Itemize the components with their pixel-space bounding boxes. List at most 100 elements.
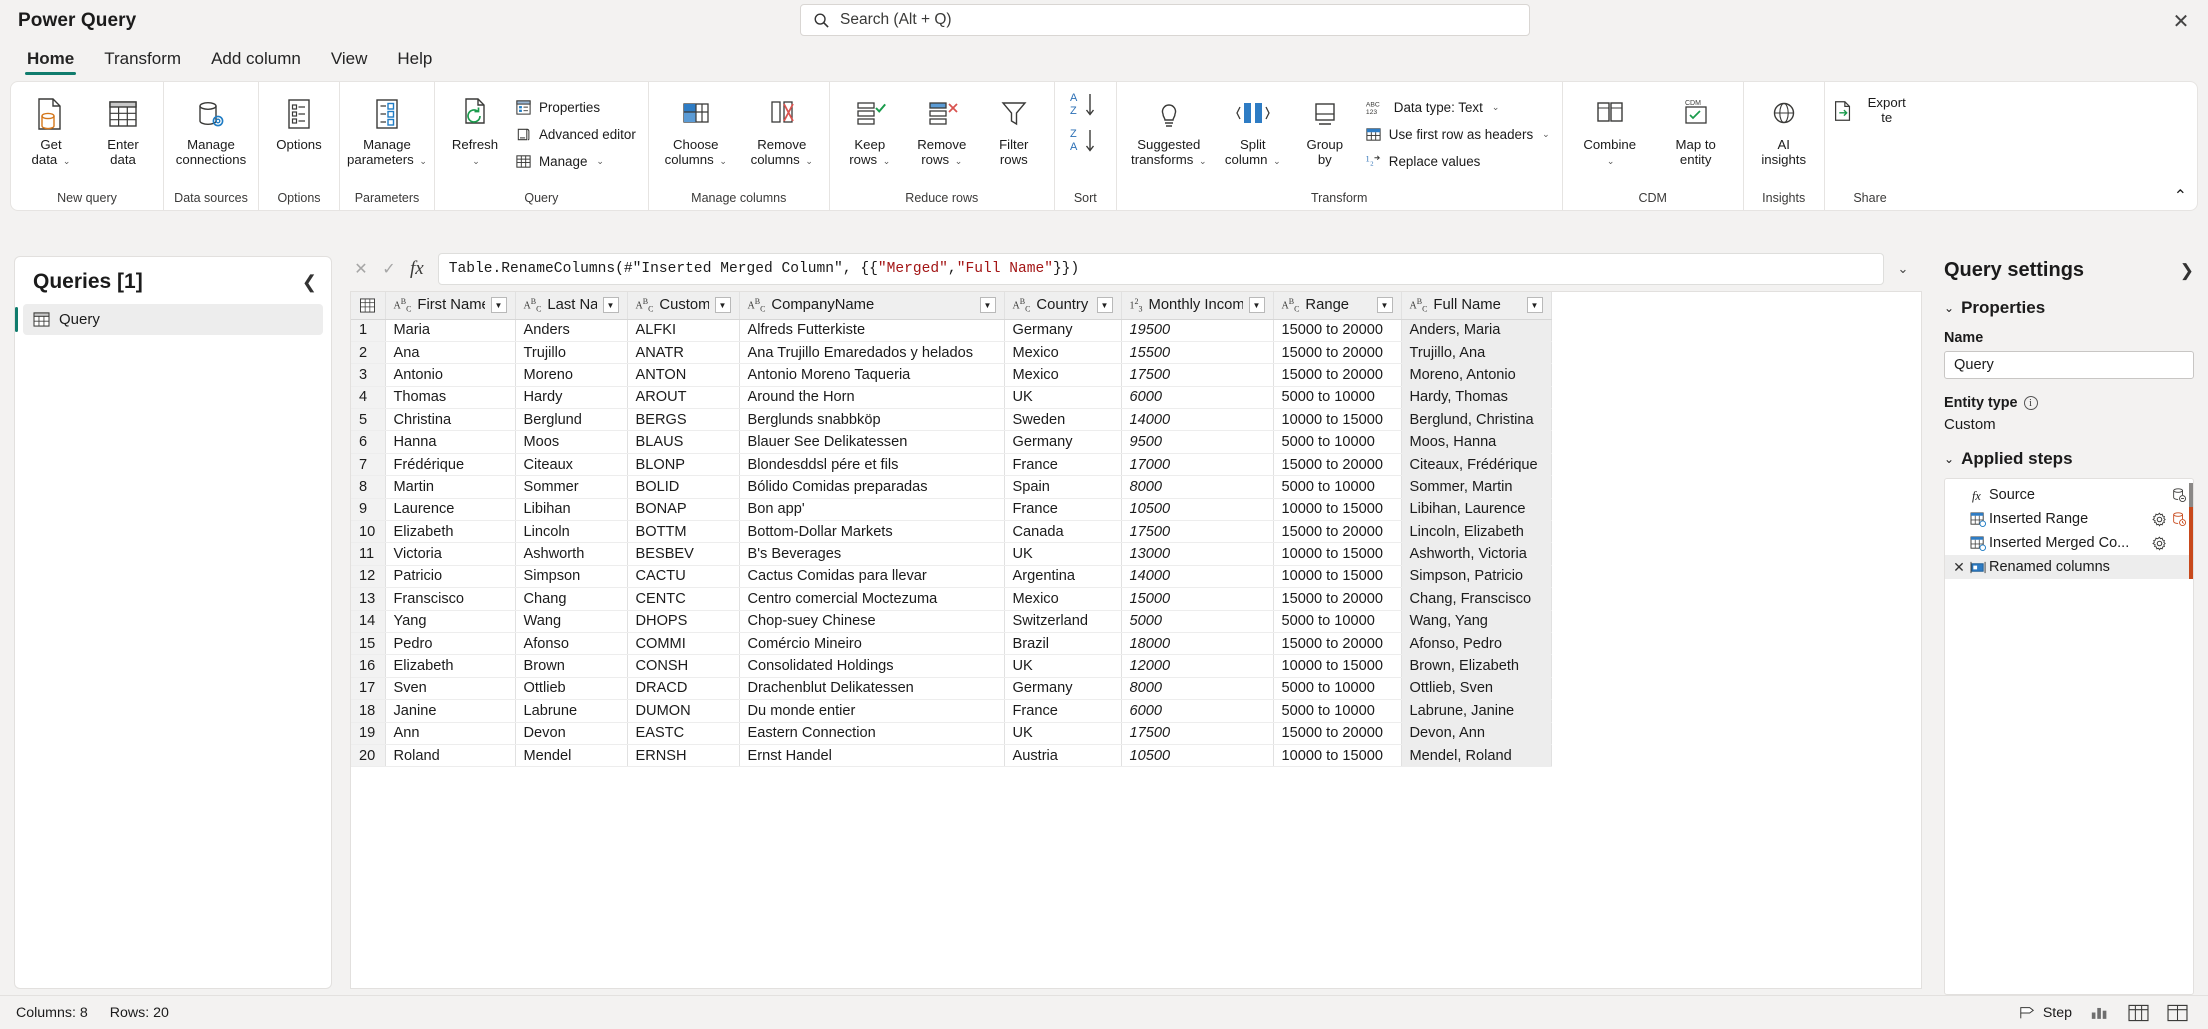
applied-step-inserted-merged-co[interactable]: Inserted Merged Co... <box>1945 531 2193 555</box>
table-row[interactable]: 1MariaAndersALFKIAlfreds FutterkisteGerm… <box>351 319 1551 341</box>
formula-accept-button[interactable]: ✓ <box>378 258 400 280</box>
inserted-table-icon <box>1967 536 1989 551</box>
table-row[interactable]: 19AnnDevonEASTCEastern ConnectionUK17500… <box>351 722 1551 744</box>
formula-cancel-button[interactable]: ✕ <box>350 258 372 280</box>
gear-icon[interactable] <box>2149 512 2169 527</box>
table-row[interactable]: 18JanineLabruneDUMONDu monde entierFranc… <box>351 700 1551 722</box>
select-all-corner[interactable] <box>351 292 385 319</box>
profile-icon[interactable] <box>2090 1004 2110 1021</box>
advanced-editor-button[interactable]: Advanced editor <box>511 121 644 148</box>
svg-text:1: 1 <box>1365 154 1369 164</box>
options-button[interactable]: Options <box>263 88 335 157</box>
properties-button[interactable]: Properties <box>511 94 644 121</box>
remove-rows-button[interactable]: Removerows ⌄ <box>906 88 978 172</box>
remove-columns-button[interactable]: Removecolumns ⌄ <box>739 88 825 172</box>
table-row[interactable]: 16ElizabethBrownCONSHConsolidated Holdin… <box>351 655 1551 677</box>
enter-data-button[interactable]: Enterdata <box>87 88 159 171</box>
tab-transform[interactable]: Transform <box>91 45 194 78</box>
sort-descending-button[interactable]: Z A <box>1068 126 1102 156</box>
table-row[interactable]: 4ThomasHardyAROUTAround the HornUK600050… <box>351 386 1551 408</box>
sidebar-item-query[interactable]: Query <box>23 304 323 335</box>
table-row[interactable]: 17SvenOttliebDRACDDrachenblut Delikatess… <box>351 677 1551 699</box>
manage-connections-button[interactable]: Manageconnections <box>168 88 254 171</box>
suggested-transforms-button[interactable]: Suggestedtransforms ⌄ <box>1121 88 1217 172</box>
column-filter-dropdown-icon[interactable]: ▼ <box>980 297 996 313</box>
step-button[interactable]: Step <box>2018 1005 2072 1021</box>
get-data-button[interactable]: Getdata ⌄ <box>15 88 87 172</box>
manage-parameters-button[interactable]: Manageparameters ⌄ <box>344 88 430 172</box>
applied-step-renamed-columns[interactable]: ✕ Renamed columns <box>1945 555 2193 579</box>
table-row[interactable]: 7FrédériqueCiteauxBLONPBlondesddsl pére … <box>351 453 1551 475</box>
table-row[interactable]: 6HannaMoosBLAUSBlauer See DelikatessenGe… <box>351 431 1551 453</box>
table-row[interactable]: 8MartinSommerBOLIDBólido Comidas prepara… <box>351 476 1551 498</box>
column-filter-dropdown-icon[interactable]: ▼ <box>1097 297 1113 313</box>
column-header-country[interactable]: ABCCountry▼ <box>1004 292 1121 319</box>
applied-steps-list[interactable]: fxSourceInserted RangeInserted Merged Co… <box>1944 478 2194 995</box>
properties-section-header[interactable]: ⌄ Properties <box>1944 298 2194 318</box>
column-header-companyname[interactable]: ABCCompanyName▼ <box>739 292 1004 319</box>
table-row[interactable]: 14YangWangDHOPSChop-suey ChineseSwitzerl… <box>351 610 1551 632</box>
replace-values-button[interactable]: 12 Replace values <box>1361 148 1558 175</box>
table-row[interactable]: 3AntonioMorenoANTONAntonio Moreno Taquer… <box>351 364 1551 386</box>
tab-home[interactable]: Home <box>14 45 87 78</box>
choose-columns-button[interactable]: Choosecolumns ⌄ <box>653 88 739 172</box>
use-first-row-headers-button[interactable]: Use first row as headers ⌄ <box>1361 121 1558 148</box>
column-header-customerid[interactable]: ABCCustomerID▼ <box>627 292 739 319</box>
tab-add-column[interactable]: Add column <box>198 45 314 78</box>
manage-query-button[interactable]: Manage ⌄ <box>511 148 644 175</box>
table-row[interactable]: 9LaurenceLibihanBONAPBon app'France10500… <box>351 498 1551 520</box>
keep-rows-button[interactable]: Keeprows ⌄ <box>834 88 906 172</box>
table-row[interactable]: 20RolandMendelERNSHErnst HandelAustria10… <box>351 744 1551 766</box>
column-header-range[interactable]: ABCRange▼ <box>1273 292 1401 319</box>
column-header-last-name[interactable]: ABCLast Name▼ <box>515 292 627 319</box>
group-label-insights: Insights <box>1744 191 1824 205</box>
combine-button[interactable]: Combine⌄ <box>1567 88 1653 172</box>
ribbon-collapse-button[interactable]: ⌃ <box>2174 186 2187 206</box>
sort-ascending-button[interactable]: A Z <box>1068 90 1102 120</box>
refresh-button[interactable]: Refresh⌄ <box>439 88 511 172</box>
applied-step-source[interactable]: fxSource <box>1945 483 2193 507</box>
table-row[interactable]: 2AnaTrujilloANATRAna Trujillo Emaredados… <box>351 341 1551 363</box>
search-input[interactable]: Search (Alt + Q) <box>800 4 1530 36</box>
column-filter-dropdown-icon[interactable]: ▼ <box>715 297 731 313</box>
chevron-left-icon[interactable]: ❮ <box>302 272 317 293</box>
cell-income: 15500 <box>1121 341 1273 363</box>
group-by-button[interactable]: Groupby <box>1289 88 1361 171</box>
chevron-right-icon[interactable]: ❯ <box>2180 261 2194 281</box>
table-row[interactable]: 13FransciscoChangCENTCCentro comercial M… <box>351 588 1551 610</box>
column-header-first-name[interactable]: ABCFirst Name▼ <box>385 292 515 319</box>
export-template-button[interactable]: Export te <box>1829 88 1915 129</box>
grid-view-icon[interactable] <box>2128 1004 2149 1022</box>
formula-expand-button[interactable]: ⌄ <box>1890 261 1916 277</box>
tab-help[interactable]: Help <box>384 45 445 78</box>
column-filter-dropdown-icon[interactable]: ▼ <box>1249 297 1265 313</box>
info-icon[interactable]: i <box>2024 396 2038 410</box>
column-filter-dropdown-icon[interactable]: ▼ <box>603 297 619 313</box>
map-to-entity-button[interactable]: CDM Map toentity <box>1653 88 1739 171</box>
table-row[interactable]: 12PatricioSimpsonCACTUCactus Comidas par… <box>351 565 1551 587</box>
query-name-input[interactable]: Query <box>1944 351 2194 379</box>
formula-input[interactable]: Table.RenameColumns(#"Inserted Merged Co… <box>438 253 1884 285</box>
delete-step-icon[interactable]: ✕ <box>1951 559 1967 576</box>
data-type-button[interactable]: ABC123 Data type: Text ⌄ <box>1361 94 1558 121</box>
schema-view-icon[interactable] <box>2167 1004 2188 1022</box>
data-grid[interactable]: ABCFirst Name▼ABCLast Name▼ABCCustomerID… <box>350 291 1922 989</box>
ai-insights-button[interactable]: AIinsights <box>1748 88 1820 171</box>
column-header-monthly-income[interactable]: 123Monthly Income▼ <box>1121 292 1273 319</box>
applied-step-label: Renamed columns <box>1989 559 2149 575</box>
tab-view[interactable]: View <box>318 45 381 78</box>
table-row[interactable]: 10ElizabethLincolnBOTTMBottom-Dollar Mar… <box>351 521 1551 543</box>
applied-step-inserted-range[interactable]: Inserted Range <box>1945 507 2193 531</box>
table-row[interactable]: 11VictoriaAshworthBESBEVB's BeveragesUK1… <box>351 543 1551 565</box>
applied-steps-section-header[interactable]: ⌄ Applied steps <box>1944 449 2194 469</box>
column-header-full-name[interactable]: ABCFull Name▼ <box>1401 292 1551 319</box>
column-filter-dropdown-icon[interactable]: ▼ <box>491 297 507 313</box>
close-icon[interactable]: ✕ <box>2168 8 2194 34</box>
table-row[interactable]: 15PedroAfonsoCOMMIComércio MineiroBrazil… <box>351 632 1551 654</box>
filter-rows-button[interactable]: Filterrows <box>978 88 1050 171</box>
gear-icon[interactable] <box>2149 536 2169 551</box>
column-filter-dropdown-icon[interactable]: ▼ <box>1527 297 1543 313</box>
table-row[interactable]: 5ChristinaBerglundBERGSBerglunds snabbkö… <box>351 409 1551 431</box>
column-filter-dropdown-icon[interactable]: ▼ <box>1377 297 1393 313</box>
split-column-button[interactable]: Splitcolumn ⌄ <box>1217 88 1289 172</box>
